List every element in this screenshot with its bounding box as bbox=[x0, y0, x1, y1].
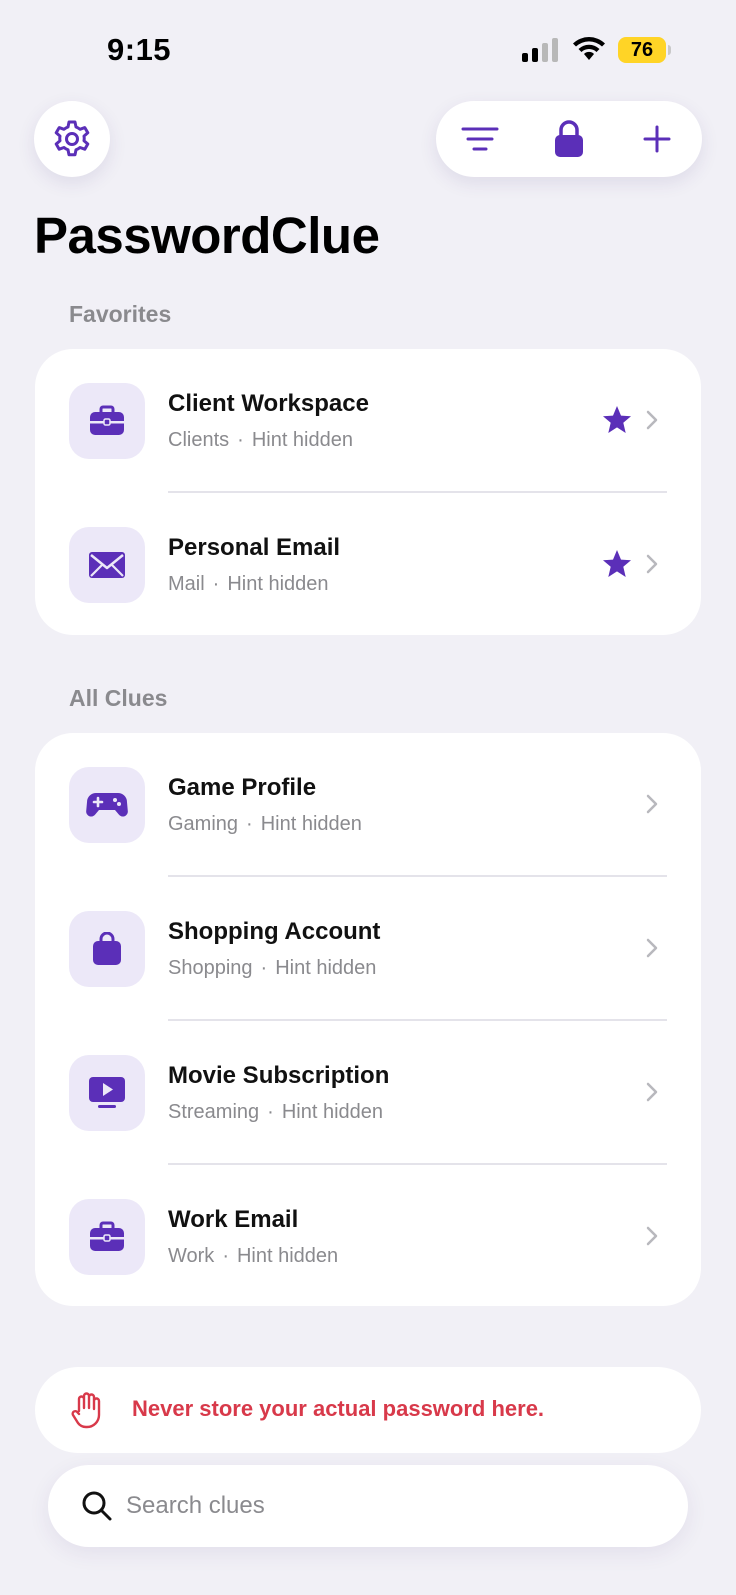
clue-row-client-workspace[interactable]: Client Workspace Clients · Hint hidden bbox=[35, 349, 701, 493]
briefcase-icon bbox=[90, 405, 124, 435]
shopping-bag-icon bbox=[93, 932, 121, 965]
search-input[interactable] bbox=[126, 1465, 646, 1547]
gamepad-icon bbox=[86, 792, 128, 817]
tv-play-icon bbox=[89, 1077, 125, 1108]
status-bar: 9:15 76 bbox=[0, 0, 736, 100]
battery-level: 76 bbox=[630, 38, 654, 61]
filter-button[interactable] bbox=[445, 101, 515, 177]
chevron-right-icon bbox=[646, 410, 658, 430]
favorite-star-icon[interactable] bbox=[602, 549, 632, 579]
section-label-all-clues: All Clues bbox=[69, 685, 168, 711]
status-time: 9:15 bbox=[107, 32, 172, 67]
clue-title: Work Email bbox=[168, 1206, 299, 1233]
wifi-icon bbox=[573, 37, 605, 60]
page-title: PasswordClue bbox=[34, 207, 380, 264]
briefcase-icon bbox=[90, 1221, 124, 1251]
chevron-right-icon bbox=[646, 1226, 658, 1246]
row-icon-tile bbox=[69, 1055, 145, 1131]
lock-button[interactable] bbox=[534, 101, 604, 177]
favorites-card: Client Workspace Clients · Hint hidden Per… bbox=[35, 349, 701, 635]
clue-subtitle: Streaming · Hint hidden bbox=[168, 1101, 384, 1123]
cellular-signal-icon bbox=[522, 38, 558, 62]
hand-stop-icon bbox=[71, 1392, 101, 1429]
toolbar bbox=[436, 101, 702, 177]
row-icon-tile bbox=[69, 911, 145, 987]
lock-icon bbox=[555, 120, 583, 157]
chevron-right-icon bbox=[646, 938, 658, 958]
search-icon bbox=[82, 1491, 112, 1521]
clue-row-personal-email[interactable]: Personal Email Mail · Hint hidden bbox=[35, 493, 701, 637]
chevron-right-icon bbox=[646, 1082, 658, 1102]
all-clues-card: Game Profile Gaming · Hint hidden Shopping… bbox=[35, 733, 701, 1306]
clue-subtitle: Gaming · Hint hidden bbox=[168, 813, 362, 835]
chevron-right-icon bbox=[646, 554, 658, 574]
clue-title: Personal Email bbox=[168, 534, 341, 561]
clue-subtitle: Work · Hint hidden bbox=[168, 1245, 339, 1267]
add-clue-button[interactable] bbox=[622, 101, 692, 177]
clue-row-work-email[interactable]: Work Email Work · Hint hidden bbox=[35, 1165, 701, 1309]
warning-text: Never store your actual password here. bbox=[132, 1396, 545, 1421]
clue-subtitle: Shopping · Hint hidden bbox=[168, 957, 377, 979]
clue-row-game-profile[interactable]: Game Profile Gaming · Hint hidden bbox=[35, 733, 701, 877]
clue-title: Movie Subscription bbox=[168, 1062, 390, 1089]
clue-title: Client Workspace bbox=[168, 390, 369, 417]
clue-row-shopping-account[interactable]: Shopping Account Shopping · Hint hidden bbox=[35, 877, 701, 1021]
clue-row-movie-subscription[interactable]: Movie Subscription Streaming · Hint hidden bbox=[35, 1021, 701, 1165]
row-icon-tile bbox=[69, 383, 145, 459]
filter-icon bbox=[461, 127, 499, 151]
clue-subtitle: Mail · Hint hidden bbox=[168, 573, 329, 595]
clue-title: Game Profile bbox=[168, 774, 317, 801]
settings-button[interactable] bbox=[34, 101, 110, 177]
warning-banner: Never store your actual password here. bbox=[35, 1367, 701, 1453]
row-icon-tile bbox=[69, 1199, 145, 1275]
row-icon-tile bbox=[69, 527, 145, 603]
clue-subtitle: Clients · Hint hidden bbox=[168, 429, 353, 451]
favorite-star-icon[interactable] bbox=[602, 405, 632, 435]
search-bar[interactable] bbox=[48, 1465, 688, 1547]
section-label-favorites: Favorites bbox=[69, 301, 172, 327]
chevron-right-icon bbox=[646, 794, 658, 814]
row-icon-tile bbox=[69, 767, 145, 843]
plus-icon bbox=[643, 125, 671, 153]
battery-indicator: 76 bbox=[618, 37, 671, 63]
gear-icon bbox=[54, 120, 90, 157]
envelope-icon bbox=[89, 552, 125, 578]
clue-title: Shopping Account bbox=[168, 918, 381, 945]
